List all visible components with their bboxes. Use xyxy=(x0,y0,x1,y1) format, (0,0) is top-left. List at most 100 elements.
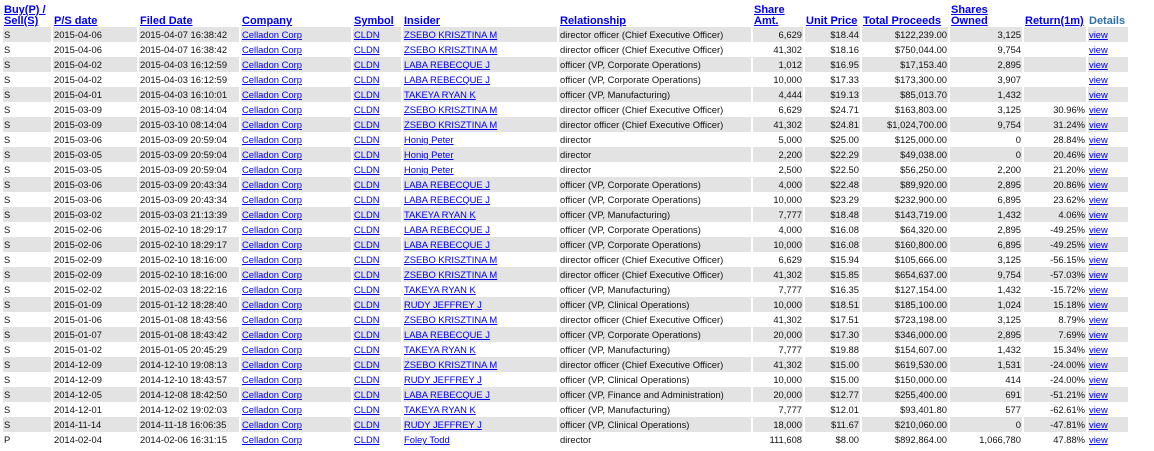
col-header-shares-owned[interactable]: Shares Owned xyxy=(950,0,1022,27)
insider-link[interactable]: LABA REBECQUE J xyxy=(404,389,490,400)
view-link[interactable]: view xyxy=(1089,104,1108,115)
symbol-link[interactable]: CLDN xyxy=(354,134,380,145)
symbol-link[interactable]: CLDN xyxy=(354,224,380,235)
company-link[interactable]: Celladon Corp xyxy=(242,359,302,370)
sort-link-insider[interactable]: Insider xyxy=(404,15,440,27)
symbol-link[interactable]: CLDN xyxy=(354,239,380,250)
insider-link[interactable]: ZSEBO KRISZTINA M xyxy=(404,269,497,280)
insider-link[interactable]: Honig Peter xyxy=(404,149,454,160)
view-link[interactable]: view xyxy=(1089,239,1108,250)
symbol-link[interactable]: CLDN xyxy=(354,344,380,355)
company-link[interactable]: Celladon Corp xyxy=(242,89,302,100)
view-link[interactable]: view xyxy=(1089,314,1108,325)
insider-link[interactable]: TAKEYA RYAN K xyxy=(404,209,476,220)
company-link[interactable]: Celladon Corp xyxy=(242,119,302,130)
view-link[interactable]: view xyxy=(1089,134,1108,145)
insider-link[interactable]: ZSEBO KRISZTINA M xyxy=(404,314,497,325)
view-link[interactable]: view xyxy=(1089,164,1108,175)
col-header-company[interactable]: Company xyxy=(241,0,351,27)
sort-link-company[interactable]: Company xyxy=(242,15,292,27)
view-link[interactable]: view xyxy=(1089,119,1108,130)
symbol-link[interactable]: CLDN xyxy=(354,329,380,340)
sort-link-share-amt[interactable]: Share Amt. xyxy=(754,4,785,27)
view-link[interactable]: view xyxy=(1089,29,1108,40)
company-link[interactable]: Celladon Corp xyxy=(242,284,302,295)
insider-link[interactable]: LABA REBECQUE J xyxy=(404,179,490,190)
insider-link[interactable]: ZSEBO KRISZTINA M xyxy=(404,44,497,55)
view-link[interactable]: view xyxy=(1089,299,1108,310)
symbol-link[interactable]: CLDN xyxy=(354,419,380,430)
symbol-link[interactable]: CLDN xyxy=(354,104,380,115)
company-link[interactable]: Celladon Corp xyxy=(242,149,302,160)
company-link[interactable]: Celladon Corp xyxy=(242,179,302,190)
view-link[interactable]: view xyxy=(1089,254,1108,265)
insider-link[interactable]: LABA REBECQUE J xyxy=(404,59,490,70)
view-link[interactable]: view xyxy=(1089,419,1108,430)
col-header-return-1m[interactable]: Return(1m) xyxy=(1024,0,1086,27)
symbol-link[interactable]: CLDN xyxy=(354,194,380,205)
company-link[interactable]: Celladon Corp xyxy=(242,164,302,175)
company-link[interactable]: Celladon Corp xyxy=(242,29,302,40)
symbol-link[interactable]: CLDN xyxy=(354,209,380,220)
company-link[interactable]: Celladon Corp xyxy=(242,389,302,400)
symbol-link[interactable]: CLDN xyxy=(354,299,380,310)
sort-link-total-proceeds[interactable]: Total Proceeds xyxy=(863,15,941,27)
company-link[interactable]: Celladon Corp xyxy=(242,59,302,70)
insider-link[interactable]: LABA REBECQUE J xyxy=(404,194,490,205)
insider-link[interactable]: LABA REBECQUE J xyxy=(404,74,490,85)
col-header-share-amt[interactable]: Share Amt. xyxy=(753,0,803,27)
sort-link-shares-owned[interactable]: Shares Owned xyxy=(951,4,988,27)
symbol-link[interactable]: CLDN xyxy=(354,74,380,85)
insider-link[interactable]: TAKEYA RYAN K xyxy=(404,284,476,295)
view-link[interactable]: view xyxy=(1089,269,1108,280)
view-link[interactable]: view xyxy=(1089,389,1108,400)
company-link[interactable]: Celladon Corp xyxy=(242,419,302,430)
insider-link[interactable]: ZSEBO KRISZTINA M xyxy=(404,29,497,40)
view-link[interactable]: view xyxy=(1089,329,1108,340)
symbol-link[interactable]: CLDN xyxy=(354,44,380,55)
symbol-link[interactable]: CLDN xyxy=(354,389,380,400)
symbol-link[interactable]: CLDN xyxy=(354,59,380,70)
sort-link-filed-date[interactable]: Filed Date xyxy=(140,15,193,27)
symbol-link[interactable]: CLDN xyxy=(354,374,380,385)
company-link[interactable]: Celladon Corp xyxy=(242,224,302,235)
view-link[interactable]: view xyxy=(1089,194,1108,205)
insider-link[interactable]: Honig Peter xyxy=(404,164,454,175)
sort-link-unit-price[interactable]: Unit Price xyxy=(806,15,857,27)
symbol-link[interactable]: CLDN xyxy=(354,179,380,190)
view-link[interactable]: view xyxy=(1089,44,1108,55)
symbol-link[interactable]: CLDN xyxy=(354,89,380,100)
symbol-link[interactable]: CLDN xyxy=(354,269,380,280)
sort-link-buy-sell[interactable]: Buy(P) / Sell(S) xyxy=(4,4,46,27)
view-link[interactable]: view xyxy=(1089,74,1108,85)
company-link[interactable]: Celladon Corp xyxy=(242,434,302,445)
col-header-filed-date[interactable]: Filed Date xyxy=(139,0,239,27)
insider-link[interactable]: RUDY JEFFREY J xyxy=(404,299,482,310)
company-link[interactable]: Celladon Corp xyxy=(242,254,302,265)
view-link[interactable]: view xyxy=(1089,59,1108,70)
company-link[interactable]: Celladon Corp xyxy=(242,74,302,85)
col-header-symbol[interactable]: Symbol xyxy=(353,0,401,27)
col-header-ps-date[interactable]: P/S date xyxy=(53,0,137,27)
symbol-link[interactable]: CLDN xyxy=(354,359,380,370)
company-link[interactable]: Celladon Corp xyxy=(242,344,302,355)
insider-link[interactable]: LABA REBECQUE J xyxy=(404,329,490,340)
sort-link-symbol[interactable]: Symbol xyxy=(354,15,394,27)
view-link[interactable]: view xyxy=(1089,179,1108,190)
view-link[interactable]: view xyxy=(1089,209,1108,220)
col-header-buy-sell[interactable]: Buy(P) / Sell(S) xyxy=(3,0,51,27)
col-header-insider[interactable]: Insider xyxy=(403,0,557,27)
symbol-link[interactable]: CLDN xyxy=(354,254,380,265)
sort-link-return-1m[interactable]: Return(1m) xyxy=(1025,15,1084,27)
symbol-link[interactable]: CLDN xyxy=(354,149,380,160)
view-link[interactable]: view xyxy=(1089,404,1108,415)
company-link[interactable]: Celladon Corp xyxy=(242,404,302,415)
company-link[interactable]: Celladon Corp xyxy=(242,329,302,340)
insider-link[interactable]: TAKEYA RYAN K xyxy=(404,89,476,100)
company-link[interactable]: Celladon Corp xyxy=(242,239,302,250)
view-link[interactable]: view xyxy=(1089,284,1108,295)
insider-link[interactable]: Honig Peter xyxy=(404,134,454,145)
col-header-relationship[interactable]: Relationship xyxy=(559,0,751,27)
col-header-total-proceeds[interactable]: Total Proceeds xyxy=(862,0,948,27)
insider-link[interactable]: RUDY JEFFREY J xyxy=(404,374,482,385)
